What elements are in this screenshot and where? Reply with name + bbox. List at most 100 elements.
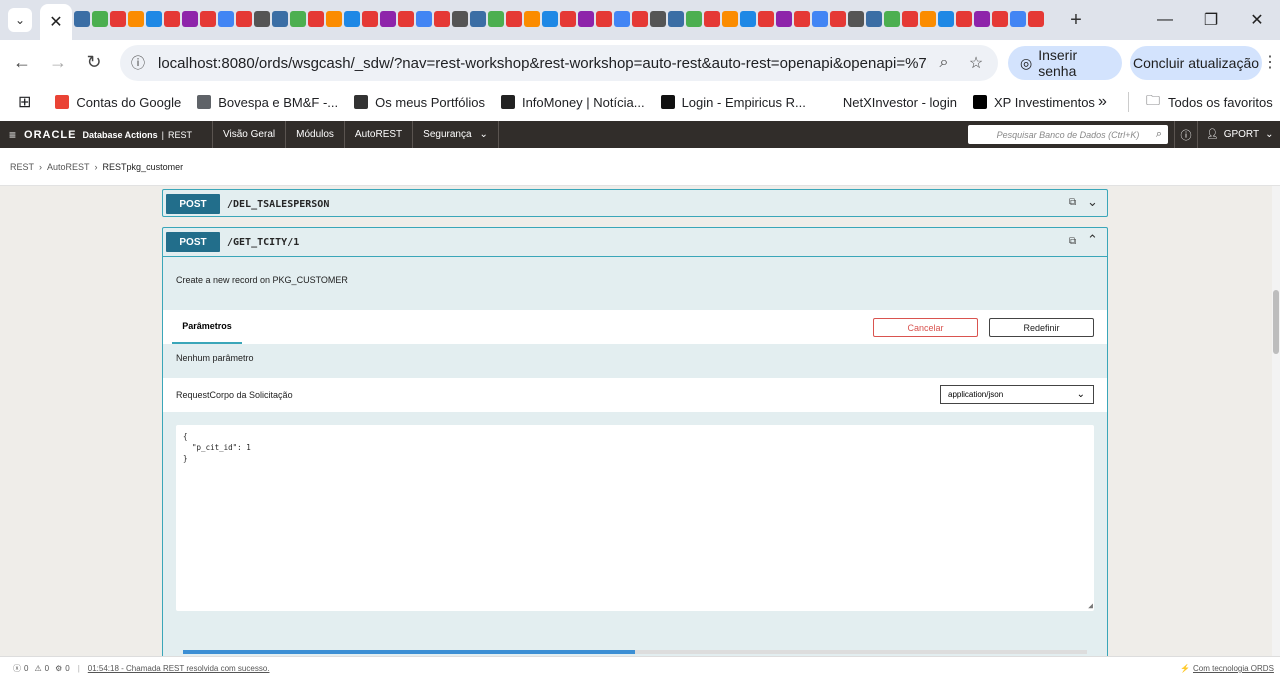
pinned-tab-favicon-icon[interactable] [704, 11, 720, 27]
pinned-tab-favicon-icon[interactable] [308, 11, 324, 27]
page-scrollbar[interactable] [1272, 186, 1280, 656]
pinned-tab-favicon-icon[interactable] [326, 11, 342, 27]
pinned-tab-favicon-icon[interactable] [560, 11, 576, 27]
pinned-tab-favicon-icon[interactable] [902, 11, 918, 27]
nav-visao-geral[interactable]: Visão Geral [212, 121, 285, 148]
hamburger-menu-icon[interactable]: ≡ [9, 128, 16, 142]
pinned-tab-favicon-icon[interactable] [848, 11, 864, 27]
request-body-editor[interactable]: { "p_cit_id": 1} ◢ [176, 425, 1094, 611]
pinned-tab-favicon-icon[interactable] [632, 11, 648, 27]
bookmark-item[interactable]: NetXInvestor - login [821, 95, 957, 110]
bookmark-item[interactable]: Bovespa e BM&F -... [197, 95, 338, 110]
bookmark-item[interactable]: Contas do Google [55, 95, 181, 110]
pinned-tab-favicon-icon[interactable] [542, 11, 558, 27]
pinned-tab-favicon-icon[interactable] [830, 11, 846, 27]
apps-grid-icon[interactable]: ⊞ [18, 92, 31, 112]
pinned-tab-favicon-icon[interactable] [956, 11, 972, 27]
pinned-tab-favicon-icon[interactable] [254, 11, 270, 27]
bookmark-star-icon[interactable]: ☆ [960, 53, 992, 73]
pinned-tab-favicon-icon[interactable] [128, 11, 144, 27]
pinned-tab-favicon-icon[interactable] [686, 11, 702, 27]
pinned-tab-favicon-icon[interactable] [92, 11, 108, 27]
breadcrumb-rest[interactable]: REST [10, 162, 34, 172]
pinned-tab-favicon-icon[interactable] [506, 11, 522, 27]
pinned-tab-favicon-icon[interactable] [740, 11, 756, 27]
pinned-tab-favicon-icon[interactable] [344, 11, 360, 27]
pinned-tab-favicon-icon[interactable] [650, 11, 666, 27]
status-message[interactable]: 01:54:18 - Chamada REST resolvida com su… [88, 664, 270, 673]
chevron-down-icon[interactable]: ⌄ [1087, 194, 1098, 210]
password-pill[interactable]: ◎ Inserir senha [1008, 46, 1122, 80]
zoom-search-icon[interactable]: ⌕ [928, 54, 960, 72]
pinned-tab-favicon-icon[interactable] [488, 11, 504, 27]
pinned-tab-favicon-icon[interactable] [884, 11, 900, 27]
pinned-tab-favicon-icon[interactable] [434, 11, 450, 27]
pinned-tab-favicon-icon[interactable] [1010, 11, 1026, 27]
pinned-tab-favicon-icon[interactable] [524, 11, 540, 27]
execute-button[interactable] [183, 650, 635, 654]
pinned-tab-favicon-icon[interactable] [470, 11, 486, 27]
nav-autorest[interactable]: AutoREST [343, 121, 412, 148]
pinned-tab-favicon-icon[interactable] [596, 11, 612, 27]
nav-seguranca[interactable]: Segurança ⌄ [412, 121, 499, 148]
content-type-select[interactable]: application/json ⌄ [940, 385, 1094, 404]
pinned-tab-favicon-icon[interactable] [992, 11, 1008, 27]
pinned-tab-favicon-icon[interactable] [218, 11, 234, 27]
menu-kebab-icon[interactable]: ⋮ [1262, 52, 1278, 72]
copy-icon[interactable]: ⧉ [1069, 197, 1076, 208]
pinned-tab-favicon-icon[interactable] [938, 11, 954, 27]
pinned-tab-favicon-icon[interactable] [398, 11, 414, 27]
pinned-tab-favicon-icon[interactable] [380, 11, 396, 27]
close-window-button[interactable]: ✕ [1234, 8, 1280, 32]
pinned-tab-favicon-icon[interactable] [758, 11, 774, 27]
pinned-tab-favicon-icon[interactable] [794, 11, 810, 27]
active-tab-close-icon[interactable]: ✕ [40, 4, 72, 40]
reload-button[interactable]: ↻ [80, 48, 108, 76]
minimize-button[interactable]: — [1142, 8, 1188, 32]
powered-by-ords[interactable]: Com tecnologia ORDS [1193, 664, 1274, 673]
pinned-tab-favicon-icon[interactable] [362, 11, 378, 27]
pinned-tab-favicon-icon[interactable] [74, 11, 90, 27]
tab-search-button[interactable]: ⌄ [8, 8, 32, 32]
forward-button[interactable]: → [44, 48, 72, 76]
maximize-button[interactable]: ❐ [1188, 8, 1234, 32]
bookmark-item[interactable]: Login - Empiricus R... [660, 95, 806, 110]
pinned-tab-favicon-icon[interactable] [1028, 11, 1044, 27]
bookmarks-overflow-icon[interactable]: » [1098, 93, 1107, 111]
chevron-up-icon[interactable]: ⌃ [1087, 232, 1098, 248]
pinned-tab-favicon-icon[interactable] [614, 11, 630, 27]
pinned-tab-favicon-icon[interactable] [182, 11, 198, 27]
bookmark-item[interactable]: InfoMoney | Notícia... [500, 95, 645, 110]
address-bar[interactable]: ⓘ localhost:8080/ords/wsgcash/_sdw/?nav=… [120, 45, 998, 81]
pinned-tab-favicon-icon[interactable] [290, 11, 306, 27]
resize-handle-icon[interactable]: ◢ [1088, 600, 1093, 611]
new-tab-button[interactable]: + [1064, 8, 1088, 32]
pinned-tab-favicon-icon[interactable] [146, 11, 162, 27]
bookmark-item[interactable]: Os meus Portfólios [354, 95, 485, 110]
pinned-tab-favicon-icon[interactable] [776, 11, 792, 27]
pinned-tab-favicon-icon[interactable] [866, 11, 882, 27]
pinned-tab-favicon-icon[interactable] [110, 11, 126, 27]
pinned-tab-favicon-icon[interactable] [200, 11, 216, 27]
pinned-tab-favicon-icon[interactable] [452, 11, 468, 27]
user-menu[interactable]: 👤︎ GPORT ⌄ [1206, 121, 1273, 148]
pinned-tab-favicon-icon[interactable] [722, 11, 738, 27]
copy-icon[interactable]: ⧉ [1069, 236, 1076, 247]
pinned-tab-favicon-icon[interactable] [812, 11, 828, 27]
scrollbar-thumb[interactable] [1273, 290, 1279, 354]
pinned-tab-favicon-icon[interactable] [578, 11, 594, 27]
pinned-tab-favicon-icon[interactable] [236, 11, 252, 27]
site-info-icon[interactable]: ⓘ [120, 53, 156, 73]
cancel-button[interactable]: Cancelar [873, 318, 978, 337]
back-button[interactable]: ← [8, 48, 36, 76]
pinned-tab-favicon-icon[interactable] [164, 11, 180, 27]
database-search-input[interactable]: Pesquisar Banco de Dados (Ctrl+K) ⌕ [968, 125, 1168, 144]
nav-modulos[interactable]: Módulos [285, 121, 344, 148]
tab-parametros[interactable]: Parâmetros [172, 310, 242, 344]
pinned-tab-favicon-icon[interactable] [272, 11, 288, 27]
help-icon[interactable]: ⓘ [1174, 121, 1198, 148]
all-bookmarks[interactable]: 🗀 Todos os favoritos [1146, 90, 1273, 114]
pinned-tab-favicon-icon[interactable] [416, 11, 432, 27]
endpoint-del-tsalesperson[interactable]: POST /DEL_TSALESPERSON ⧉ ⌄ [162, 189, 1108, 217]
address-url[interactable]: localhost:8080/ords/wsgcash/_sdw/?nav=re… [158, 55, 928, 72]
